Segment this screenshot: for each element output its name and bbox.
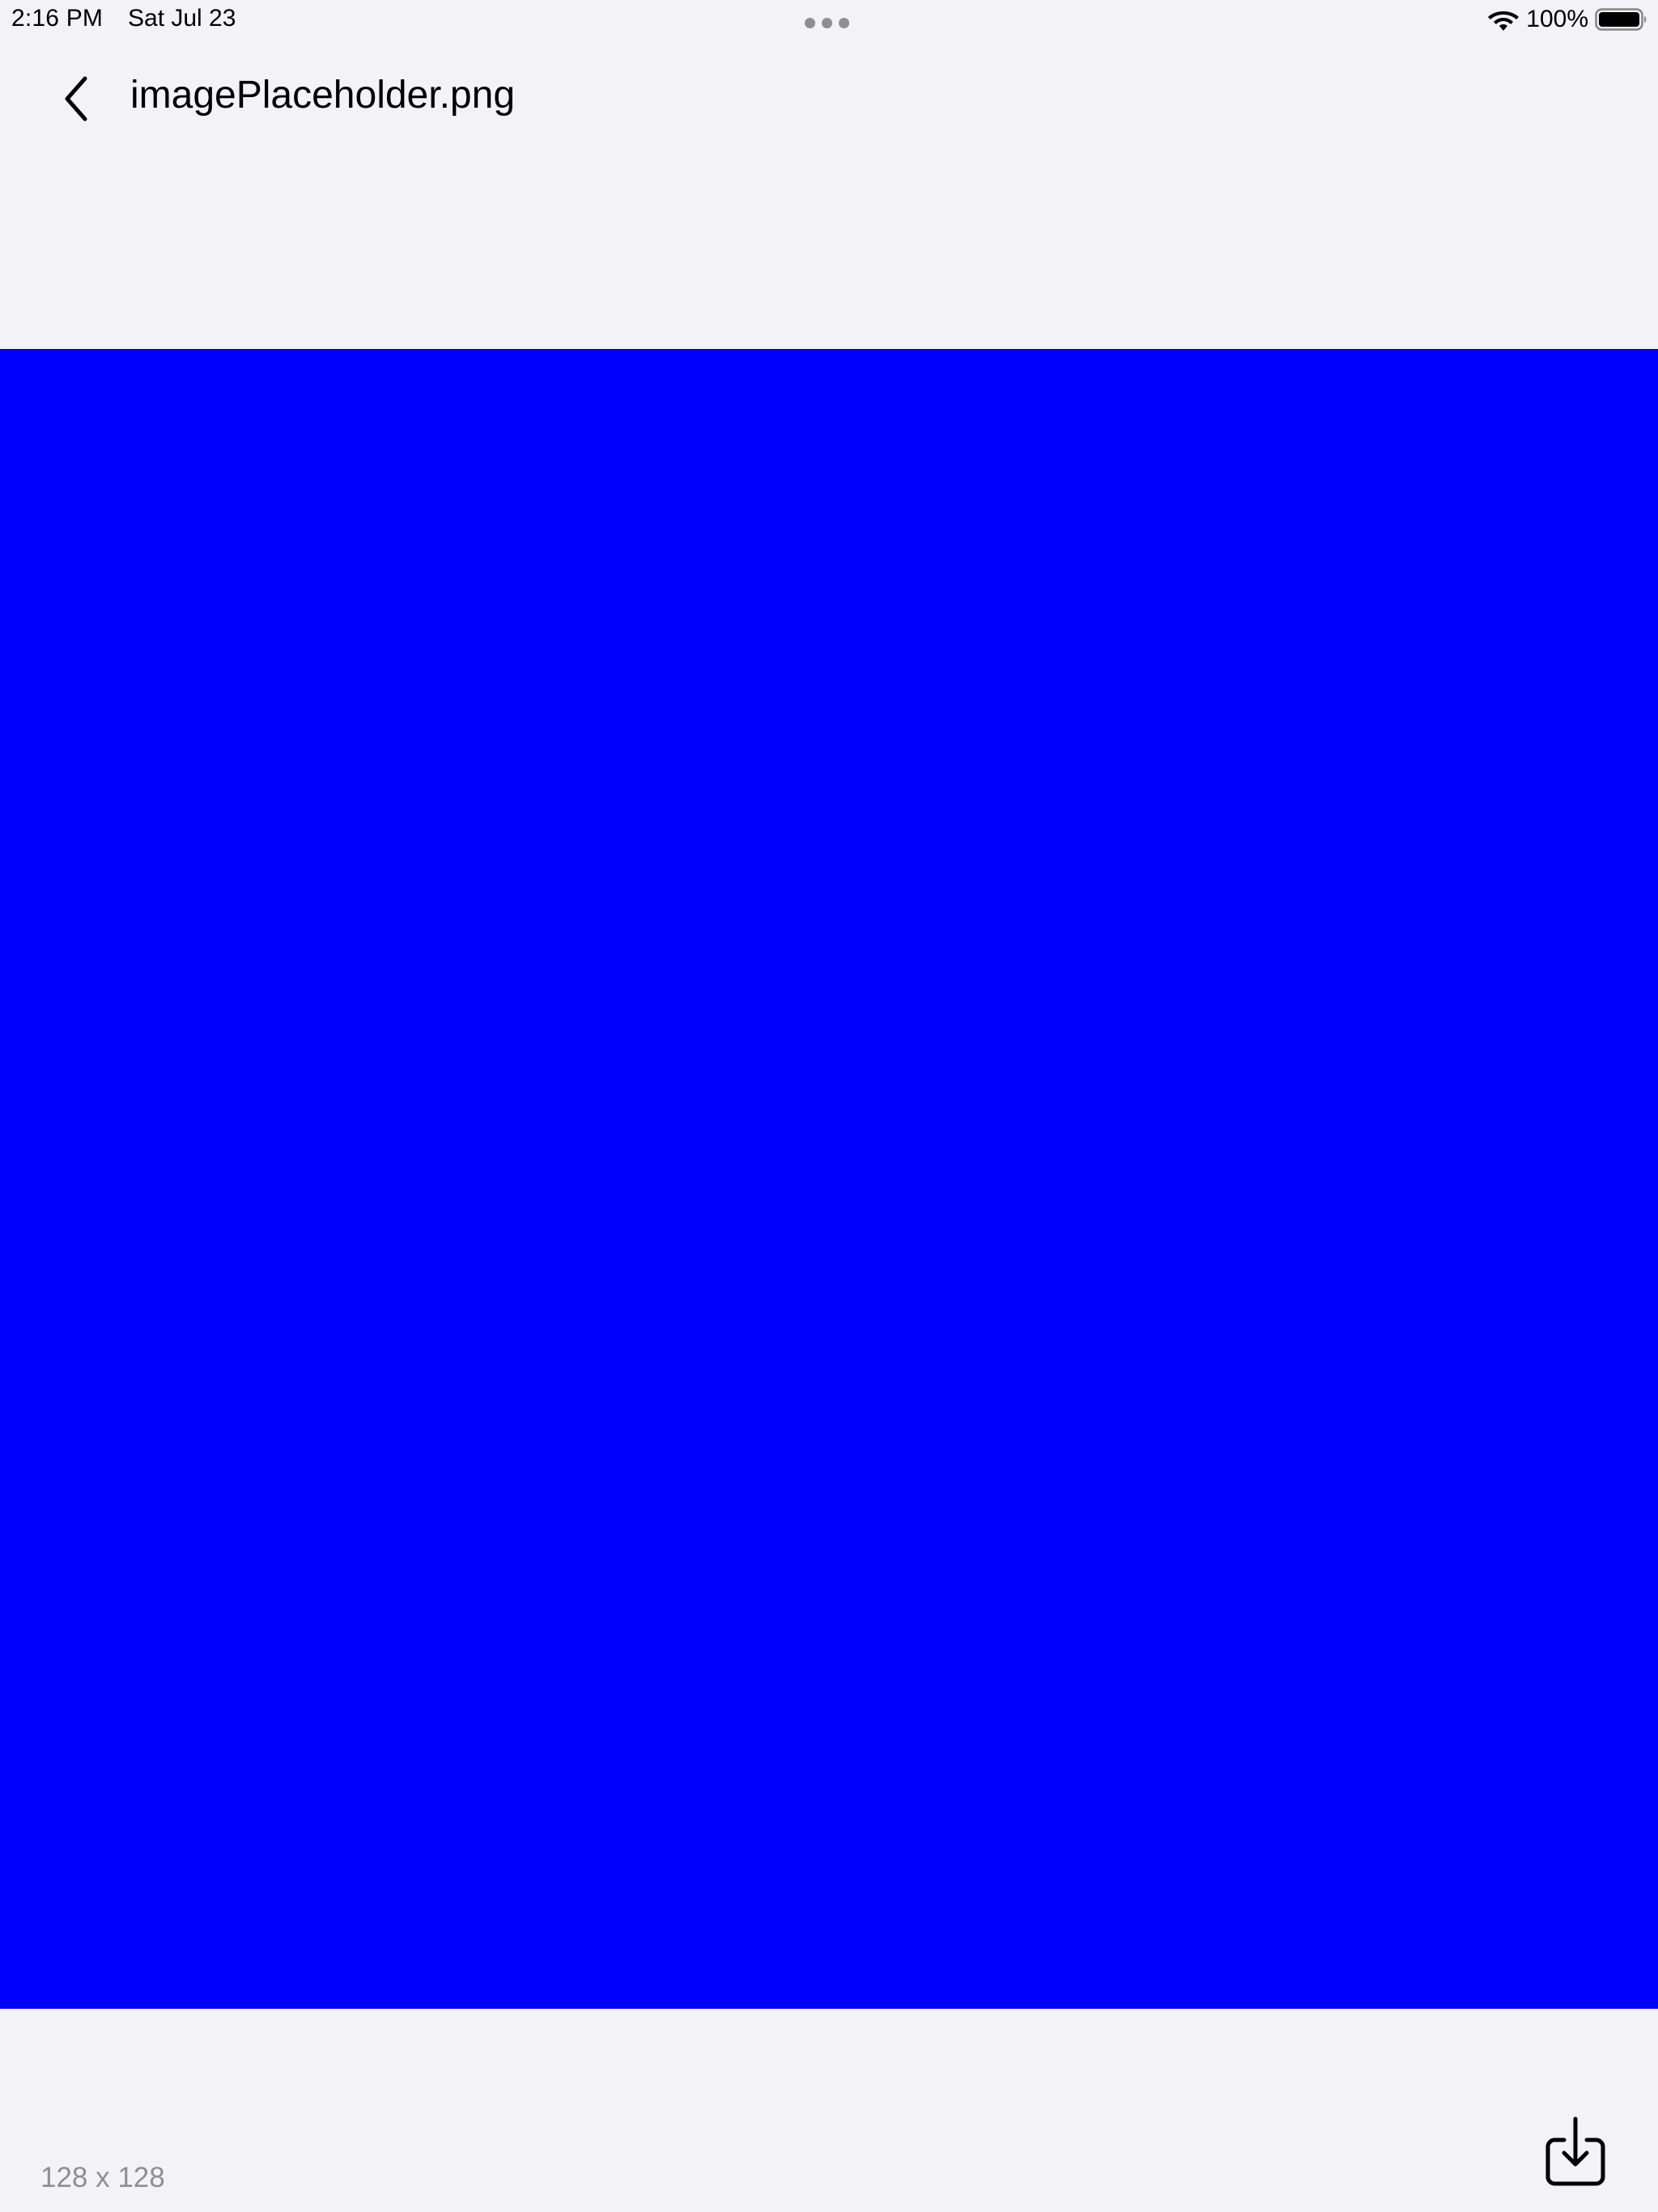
status-time: 2:16 PM [11,5,104,32]
image-dimensions: 128 x 128 [40,2162,165,2193]
save-to-device-icon [1545,2116,1606,2193]
navigation-bar: imagePlaceholder.png [0,57,1658,138]
dot [805,18,815,28]
chevron-left-icon [62,75,90,126]
multitask-dots-icon[interactable] [805,18,853,31]
save-to-device-button[interactable] [1543,2115,1608,2193]
back-button[interactable] [52,68,100,133]
battery-icon [1595,6,1648,32]
status-bar: 2:16 PM Sat Jul 23 100% [0,0,1658,40]
dot [839,18,849,28]
status-indicators: 100% [1487,5,1648,34]
page-title: imagePlaceholder.png [130,74,516,117]
wifi-icon [1487,6,1520,32]
image-preview [0,349,1658,2009]
battery-percentage: 100% [1526,6,1588,32]
dot [822,18,832,28]
status-date: Sat Jul 23 [128,5,236,32]
screen: 2:16 PM Sat Jul 23 100% imagePlaceholder… [0,0,1658,2212]
